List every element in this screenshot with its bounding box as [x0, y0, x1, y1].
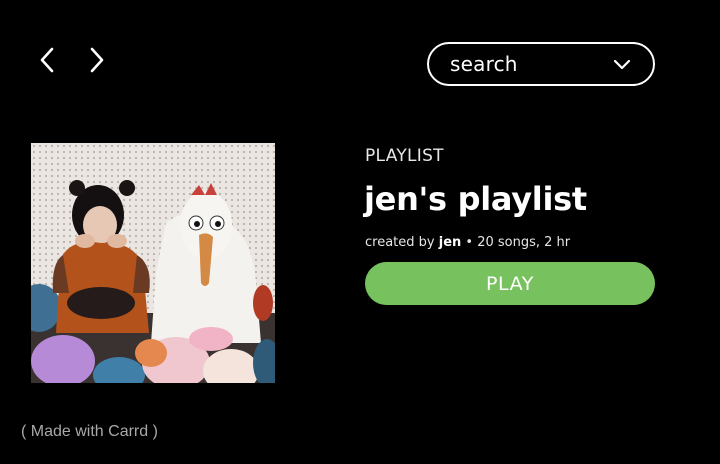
playlist-details: • 20 songs, 2 hr [461, 235, 571, 250]
created-by-label: created by [365, 235, 439, 250]
made-with-carrd-link[interactable]: ( Made with Carrd ) [21, 423, 158, 441]
chevron-right-icon [87, 46, 107, 74]
chevron-down-icon [613, 58, 631, 70]
play-button[interactable]: PLAY [365, 262, 655, 305]
playlist-title: jen's playlist [364, 180, 587, 218]
search-label: search [450, 52, 518, 76]
playlist-type-label: PLAYLIST [365, 146, 444, 166]
playlist-owner[interactable]: jen [439, 235, 462, 250]
playlist-cover-image [31, 143, 275, 383]
playlist-meta: created by jen • 20 songs, 2 hr [365, 235, 570, 250]
search-dropdown[interactable]: search [427, 42, 655, 86]
back-button[interactable] [30, 42, 64, 78]
forward-button[interactable] [80, 42, 114, 78]
chevron-left-icon [37, 46, 57, 74]
